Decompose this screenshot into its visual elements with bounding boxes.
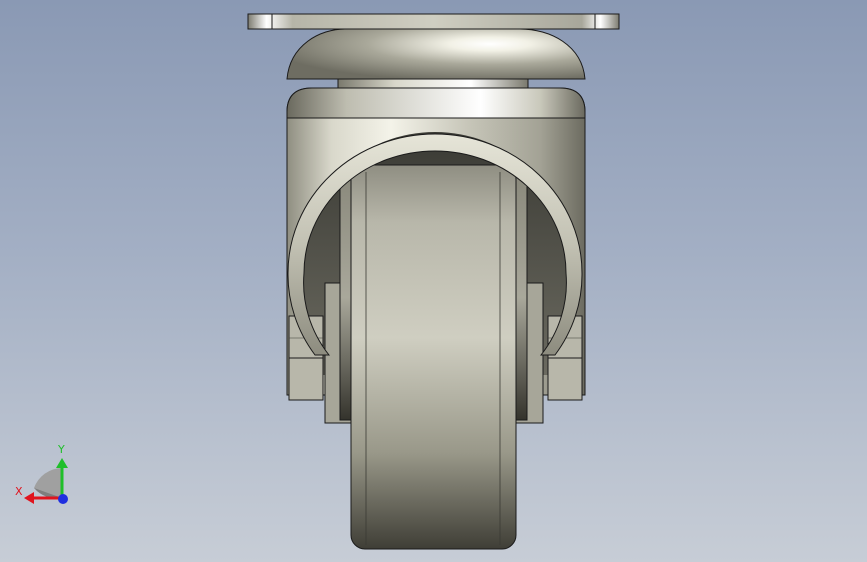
coordinate-triad: Y X xyxy=(10,440,80,510)
graphics-viewport[interactable]: Y X xyxy=(0,0,867,562)
swivel-dome[interactable] xyxy=(286,28,586,80)
wheel[interactable] xyxy=(350,164,517,550)
caster-model[interactable] xyxy=(0,0,867,562)
triad-x-label: X xyxy=(15,485,23,498)
mounting-plate[interactable] xyxy=(247,13,620,30)
triad-axes-icon xyxy=(24,458,68,504)
triad-y-label: Y xyxy=(58,443,65,456)
swivel-neck[interactable] xyxy=(337,78,529,89)
